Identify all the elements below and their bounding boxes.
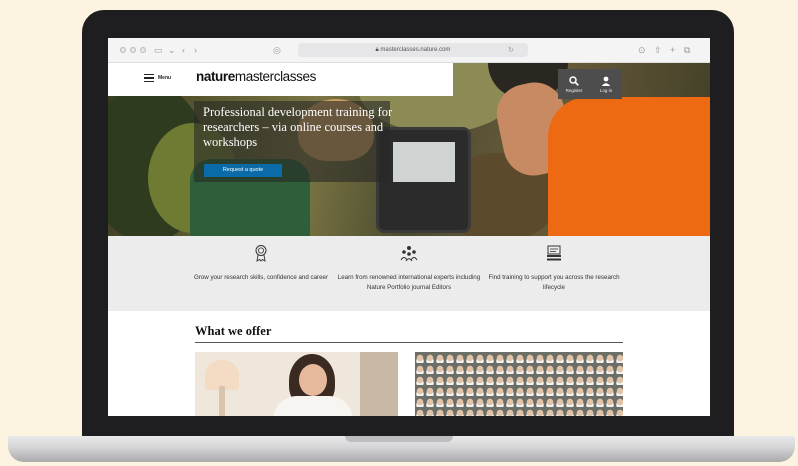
address-text: masterclasses.nature.com <box>380 47 451 53</box>
shield-icon[interactable]: ◎ <box>273 44 281 56</box>
tabs-overview-icon[interactable]: ⧉ <box>684 44 690 56</box>
sidebar-icon[interactable]: ▭ <box>154 44 163 56</box>
feature-item: Find training to support you across the … <box>479 244 629 293</box>
feature-text: Find training to support you across the … <box>488 274 620 291</box>
offer-card-image[interactable] <box>415 352 623 416</box>
close-window-dot[interactable] <box>120 47 126 53</box>
features-strip: Grow your research skills, confidence an… <box>108 236 710 311</box>
menu-button[interactable]: Menu <box>144 74 171 82</box>
logo-bold: nature <box>196 69 235 84</box>
feature-item: Learn from renowned international expert… <box>334 244 484 293</box>
register-label: Register <box>565 87 583 93</box>
training-stack-icon <box>547 245 561 261</box>
feature-text: Learn from renowned international expert… <box>337 274 481 291</box>
login-button[interactable]: Log in <box>590 69 622 99</box>
menu-label: Menu <box>158 75 172 81</box>
feature-text: Grow your research skills, confidence an… <box>193 274 329 281</box>
account-panel: Register Log in <box>558 69 622 99</box>
share-icon[interactable]: ⇧ <box>654 44 662 56</box>
site-logo[interactable]: naturemasterclasses <box>196 69 316 84</box>
reload-icon[interactable]: ↻ <box>508 45 514 57</box>
hero-title: Professional development training for re… <box>203 105 393 149</box>
web-page: Menu naturemasterclasses Register Log in <box>108 63 710 416</box>
hero-orange-shirt <box>548 97 710 236</box>
minimize-window-dot[interactable] <box>130 47 136 53</box>
user-icon <box>601 76 611 86</box>
section-divider <box>195 342 623 343</box>
request-quote-button[interactable]: Request a quote <box>204 164 282 177</box>
award-ribbon-icon <box>255 245 267 262</box>
group-people-icon <box>400 246 418 262</box>
zoom-window-dot[interactable] <box>140 47 146 53</box>
login-label: Log in <box>599 87 613 93</box>
section-title: What we offer <box>195 324 272 338</box>
address-bar[interactable]: 🔒︎ masterclasses.nature.com <box>298 43 528 57</box>
search-icon <box>569 75 579 86</box>
laptop-screen: ▭ ⌄ ‹ › ◎ 🔒︎ masterclasses.nature.com ↻ … <box>108 38 710 416</box>
forward-icon[interactable]: › <box>194 44 197 56</box>
hamburger-icon <box>144 74 154 82</box>
feature-item: Grow your research skills, confidence an… <box>186 244 336 283</box>
site-header: Menu naturemasterclasses <box>108 63 453 96</box>
new-tab-icon[interactable]: + <box>670 44 675 56</box>
back-icon[interactable]: ‹ <box>182 44 185 56</box>
download-icon[interactable]: ⊙ <box>638 44 646 56</box>
browser-toolbar: ▭ ⌄ ‹ › ◎ 🔒︎ masterclasses.nature.com ↻ … <box>108 38 710 63</box>
logo-light: masterclasses <box>234 69 316 84</box>
laptop-notch <box>345 436 453 442</box>
register-button[interactable]: Register <box>558 69 590 99</box>
offer-card-image[interactable] <box>195 352 398 416</box>
chevron-down-icon[interactable]: ⌄ <box>168 44 176 56</box>
